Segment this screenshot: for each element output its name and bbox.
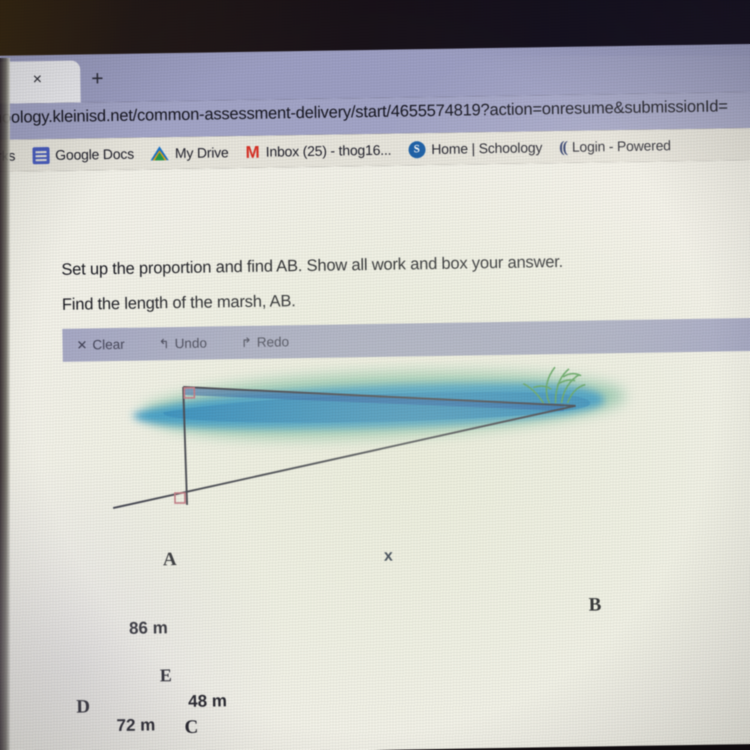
point-label-E: E [159,665,172,686]
measure-label-x: x [383,547,393,565]
point-label-B: B [588,594,602,616]
gmail-icon: M [245,142,260,162]
bookmark-label: My Drive [174,144,229,162]
new-tab-icon[interactable]: + [86,67,108,90]
undo-arrow-icon: ↰ [158,336,170,352]
bookmark-google-docs[interactable]: Google Docs [32,145,134,164]
undo-button[interactable]: ↰ Undo [159,336,207,352]
bookmark-inbox[interactable]: M Inbox (25) - thog16... [245,141,392,162]
question-instruction: Set up the proportion and find AB. Show … [61,252,564,279]
point-label-D: D [76,696,91,718]
close-icon[interactable]: × [28,71,46,89]
browser-window: × + hoology.kleinisd.net/common-assessme… [0,43,750,750]
redo-button-label: Redo [256,334,290,350]
monitor-bezel-left [0,58,10,750]
question-prompt: Find the length of the marsh, AB. [61,292,296,314]
login-icon: (( [559,138,567,156]
measure-label-EC: 48 m [188,691,228,711]
clear-button[interactable]: ✕ Clear [76,337,124,353]
point-label-C: C [184,716,199,738]
clear-button-label: Clear [92,336,125,353]
url-text: hoology.kleinisd.net/common-assessment-d… [0,97,728,127]
redo-button[interactable]: ↱ Redo [241,334,289,350]
redo-arrow-icon: ↱ [240,334,252,351]
bookmark-login-powered[interactable]: (( Login - Powered [559,137,671,156]
bookmark-label: Inbox (25) - thog16... [265,141,392,160]
undo-button-label: Undo [174,335,208,352]
bookmark-label: Google Docs [55,145,135,163]
marsh-diagram-svg [112,366,626,509]
point-label-A: A [162,549,177,571]
measure-label-DC: 72 m [116,715,156,736]
bookmark-home-schoology[interactable]: S Home | Schoology [408,139,542,158]
google-drive-icon [150,145,170,161]
bookmark-label: Home | Schoology [431,139,543,158]
measure-label-AE: 86 m [128,618,168,638]
clear-icon: ✕ [76,337,88,353]
schoology-icon: S [408,140,426,158]
google-docs-icon [32,146,50,164]
bookmark-label: Login - Powered [571,137,671,155]
photo-of-screen: × + hoology.kleinisd.net/common-assessme… [0,0,750,750]
assessment-page: Set up the proportion and find AB. Show … [0,159,750,750]
marsh-figure: A B E C D x 86 m 48 m 72 m [63,356,747,738]
drawing-toolbar: ✕ Clear ↰ Undo ↱ Redo [62,317,750,362]
bookmark-my-drive[interactable]: My Drive [150,144,229,162]
